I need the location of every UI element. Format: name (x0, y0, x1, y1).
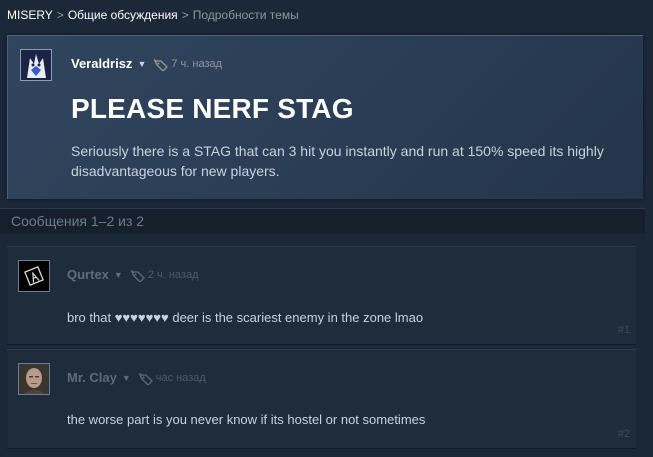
topic-timestamp: 7 ч. назад (171, 57, 223, 70)
comment-author-avatar[interactable] (18, 363, 50, 395)
avatar-image (19, 261, 49, 291)
breadcrumb-game-link[interactable]: MISERY (7, 8, 53, 22)
breadcrumb-forum-link[interactable]: Общие обсуждения (68, 8, 178, 22)
comment-author-name[interactable]: Qurtex (67, 267, 109, 282)
comment-author-name[interactable]: Mr. Clay (67, 370, 117, 385)
breadcrumb-separator: > (56, 8, 64, 22)
comment-text: bro that ♥♥♥♥♥♥♥ deer is the scariest en… (67, 310, 424, 325)
chevron-down-icon[interactable]: ▼ (137, 59, 146, 69)
topic-author-name[interactable]: Veraldrisz (71, 56, 132, 71)
avatar-image (19, 364, 49, 394)
breadcrumb-separator: > (181, 8, 189, 22)
chevron-down-icon[interactable]: ▼ (122, 373, 131, 383)
comment-number[interactable]: #2 (618, 428, 630, 440)
topic-body: Seriously there is a STAG that can 3 hit… (71, 143, 604, 179)
topic-panel: Veraldrisz ▼ 7 ч. назад PLEASE NERF STAG… (7, 35, 643, 199)
topic-title: PLEASE NERF STAG (71, 93, 354, 124)
breadcrumb-current: Подробности темы (192, 8, 299, 22)
comment: Mr. Clay ▼ час назад the worse part is y… (7, 349, 636, 449)
messages-count: Сообщения 1–2 из 2 (0, 208, 645, 234)
topic-author-avatar[interactable] (20, 49, 52, 81)
comment: Qurtex ▼ 2 ч. назад bro that ♥♥♥♥♥♥♥ dee… (7, 246, 636, 345)
comment-number[interactable]: #1 (618, 324, 630, 336)
award-tag-icon[interactable] (130, 269, 145, 283)
comment-author-line: Mr. Clay ▼ час назад (67, 370, 206, 386)
award-tag-icon[interactable] (154, 58, 169, 72)
comment-author-avatar[interactable] (18, 260, 50, 292)
comment-timestamp: час назад (155, 371, 206, 384)
topic-author-line: Veraldrisz ▼ 7 ч. назад (71, 56, 223, 72)
award-tag-icon[interactable] (138, 372, 153, 386)
chevron-down-icon[interactable]: ▼ (114, 270, 123, 280)
comment-author-line: Qurtex ▼ 2 ч. назад (67, 267, 199, 283)
comment-timestamp: 2 ч. назад (147, 268, 199, 281)
breadcrumb: MISERY > Общие обсуждения > Подробности темы (7, 8, 299, 22)
comment-text: the worse part is you never know if its … (67, 412, 426, 427)
avatar-image (21, 50, 51, 80)
